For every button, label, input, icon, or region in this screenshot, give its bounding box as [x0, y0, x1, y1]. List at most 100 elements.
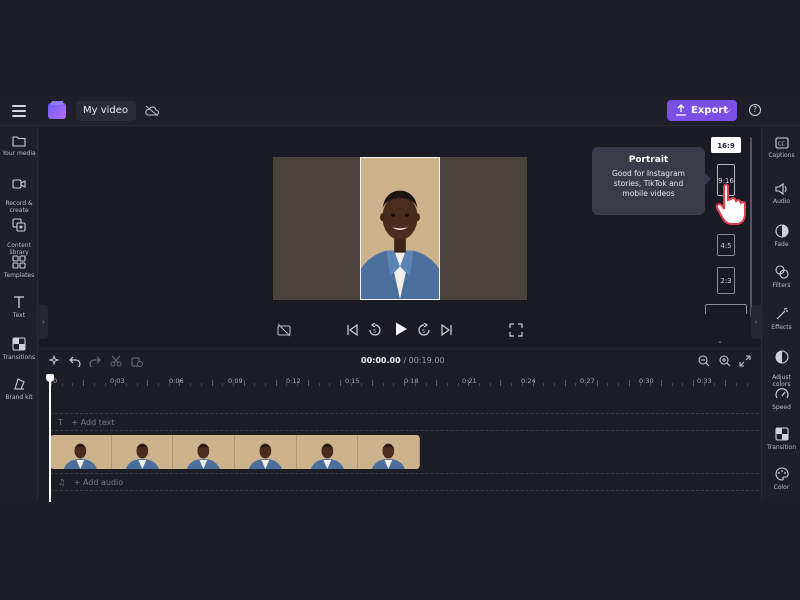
svg-text:5: 5: [373, 329, 376, 335]
sidebar-item-filters[interactable]: Filters: [762, 265, 800, 289]
tooltip-description: Good for Instagram stories, TikTok and m…: [612, 169, 685, 198]
speaker-icon: [774, 183, 787, 195]
sidebar-item-record-create[interactable]: Record & create: [0, 171, 38, 214]
palette-icon: [774, 467, 789, 481]
app-logo: [48, 103, 66, 119]
scissors-icon[interactable]: [110, 355, 122, 367]
fit-timeline-icon[interactable]: [739, 355, 751, 367]
play-icon[interactable]: [393, 321, 409, 337]
rewind-5-icon[interactable]: 5: [368, 323, 382, 337]
ruler-tick: [553, 383, 555, 386]
sidebar-item-adjust-colors[interactable]: Adjust colors: [762, 343, 800, 388]
video-clip[interactable]: [50, 435, 420, 469]
clip-thumbnail: [111, 435, 174, 469]
timeline-panel: 00:00.00 / 00:19.00 0 0:03 0:06 0:09 0:1…: [39, 349, 761, 502]
ruler-tick: [179, 380, 181, 386]
player-controls: 5 5: [39, 317, 761, 345]
upload-icon: [676, 104, 686, 116]
menu-icon[interactable]: [12, 105, 26, 117]
captions-icon: CC: [774, 137, 789, 149]
sidebar-item-fade[interactable]: Fade: [762, 224, 800, 248]
sidebar-item-your-media[interactable]: Your media: [0, 135, 38, 157]
ratio-option-2-3[interactable]: 2:3: [717, 267, 735, 294]
captions-off-icon[interactable]: [277, 323, 291, 337]
skip-forward-icon[interactable]: [440, 323, 454, 337]
ruler-tick: [543, 383, 545, 386]
sidebar-item-effects[interactable]: Effects: [762, 307, 800, 331]
ruler-tick: [190, 383, 192, 386]
ruler-tick: [211, 380, 213, 386]
duplicate-icon[interactable]: [131, 355, 143, 367]
ruler-tick: [83, 380, 85, 386]
ruler-tick: [628, 380, 630, 386]
ratio-option-more[interactable]: [705, 304, 747, 314]
sidebar-item-label: Audio: [772, 198, 791, 205]
ruler-tick: [714, 383, 716, 386]
undo-icon[interactable]: [69, 355, 81, 367]
export-label: Export: [691, 105, 729, 116]
pointer-hand-icon: [715, 183, 746, 225]
sidebar-item-captions[interactable]: CC Captions: [762, 137, 800, 159]
sidebar-item-audio[interactable]: Audio: [762, 183, 800, 205]
ruler-tick: [265, 383, 266, 386]
ruler-tick: [158, 383, 159, 386]
skip-back-icon[interactable]: [345, 323, 359, 337]
portrait-crop-frame[interactable]: [360, 157, 440, 300]
ruler-label: 0:18: [404, 377, 419, 385]
brand-kit-icon: [14, 378, 25, 390]
ruler-tick: [307, 380, 309, 386]
zoom-out-icon[interactable]: [698, 355, 710, 367]
playhead[interactable]: [46, 374, 54, 502]
ruler-label: 0:03: [110, 377, 125, 385]
sidebar-item-label: Adjust colors: [772, 374, 791, 388]
sidebar-item-templates[interactable]: Templates: [0, 255, 38, 279]
clip-thumbnail: [358, 435, 420, 469]
ruler-tick: [511, 383, 513, 386]
sidebar-item-label: Content library: [7, 242, 31, 256]
text-track[interactable]: T + Add text: [50, 413, 759, 431]
ruler-label: 0:21: [462, 377, 477, 385]
video-canvas[interactable]: [273, 157, 527, 300]
export-button[interactable]: Export ⌵: [667, 100, 737, 121]
time-ruler[interactable]: 0 0:03 0:06 0:09 0:12 0:15 0:18 0:21 0:2…: [51, 377, 759, 391]
sidebar-item-content-library[interactable]: Content library: [0, 211, 38, 256]
sidebar-item-text[interactable]: Text: [0, 295, 38, 319]
right-sidebar: CC Captions Audio Fade Filters Effects A…: [761, 127, 800, 501]
clip-thumbnail: [296, 435, 359, 469]
zoom-in-icon[interactable]: [719, 355, 731, 367]
sidebar-item-transitions[interactable]: Transitions: [0, 337, 38, 361]
clip-thumbnail: [50, 435, 112, 469]
camera-icon: [12, 179, 26, 189]
sidebar-item-speed[interactable]: Speed: [762, 387, 800, 411]
ratio-option-4-5[interactable]: 4:5: [717, 234, 735, 256]
top-bar: My video Export ⌵ ?: [0, 97, 800, 126]
help-icon[interactable]: ?: [749, 104, 761, 116]
sidebar-item-brand-kit[interactable]: Brand kit: [0, 377, 38, 401]
fade-icon: [774, 224, 789, 238]
ruler-tick: [232, 383, 234, 386]
audio-track[interactable]: ♫ + Add audio: [50, 473, 759, 491]
add-audio-label: + Add audio: [73, 478, 124, 487]
cloud-off-icon[interactable]: [145, 105, 159, 117]
forward-5-icon[interactable]: 5: [417, 323, 431, 337]
ruler-tick: [479, 383, 480, 386]
sidebar-item-transition[interactable]: Transition: [762, 427, 800, 451]
fullscreen-icon[interactable]: [509, 323, 523, 337]
ruler-tick: [703, 383, 705, 386]
ruler-tick: [650, 383, 652, 386]
magic-wand-icon[interactable]: [48, 355, 60, 367]
ruler-tick: [104, 383, 106, 386]
ratio-option-16-9[interactable]: 16:9: [711, 137, 741, 153]
ruler-tick: [125, 383, 127, 386]
ratio-scrollbar[interactable]: [750, 137, 752, 317]
sidebar-item-label: Transition: [766, 444, 796, 451]
ruler-tick: [136, 383, 138, 386]
filters-icon: [774, 265, 789, 279]
ruler-tick: [457, 383, 459, 386]
transitions-icon: [12, 337, 26, 351]
ruler-tick: [489, 383, 491, 386]
sidebar-item-label: Your media: [2, 150, 36, 157]
sidebar-item-color[interactable]: Color: [762, 467, 800, 491]
project-title-input[interactable]: My video: [76, 101, 136, 121]
redo-icon[interactable]: [89, 355, 101, 367]
